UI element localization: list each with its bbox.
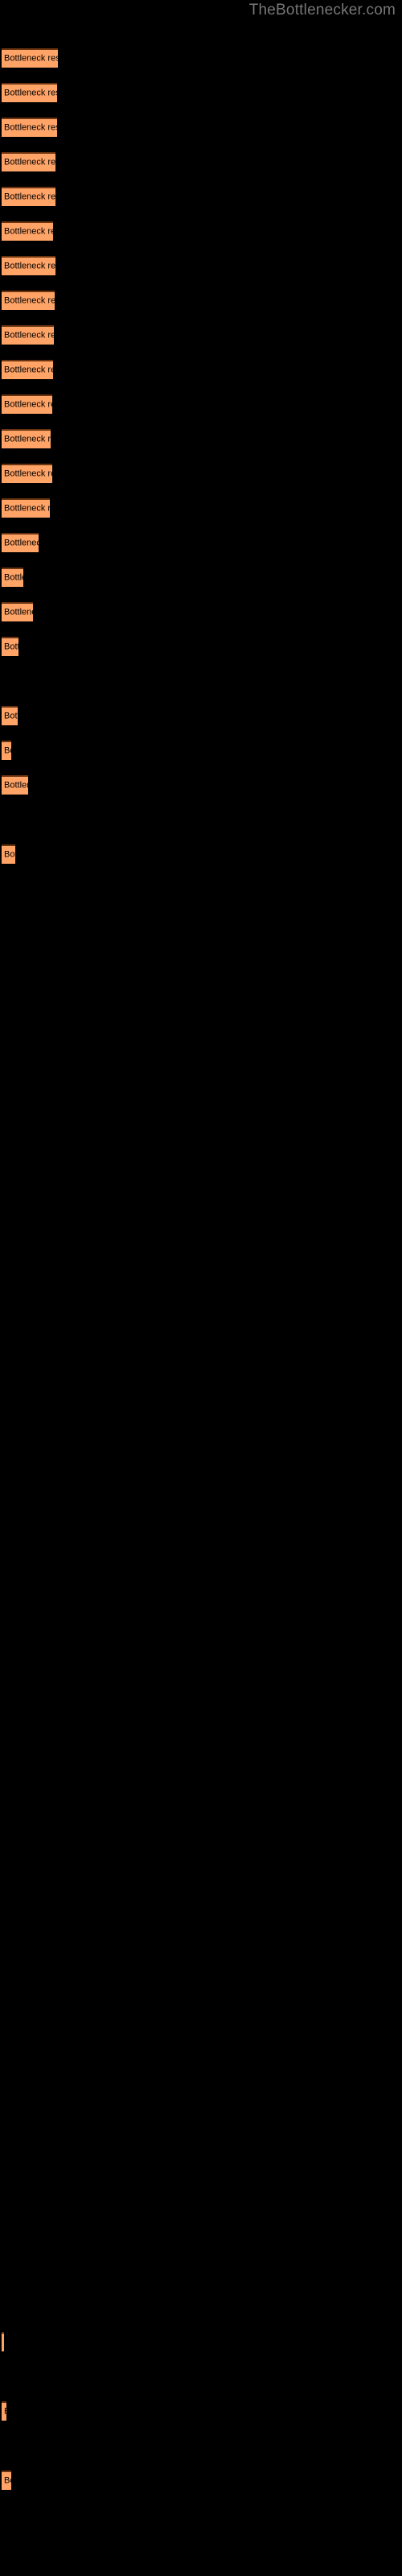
chart-bar: Bottleneck result: [2, 429, 51, 448]
chart-bar-label: Bottleneck result: [4, 780, 28, 791]
chart-bar: Bottleneck result: [2, 741, 11, 760]
chart-bar: Bottleneck result: [2, 360, 53, 379]
chart-bar-label: Bottleneck result: [4, 399, 52, 410]
bar-chart-plot-area: Bottleneck result Bottleneck result Bottle…: [0, 0, 402, 2576]
chart-bar-label: Bottleneck result: [4, 745, 11, 756]
chart-bar-label: Bottleneck result: [4, 53, 58, 64]
chart-bar-label: Bottleneck result: [4, 849, 15, 860]
chart-bar: Bottleneck result: [2, 187, 55, 206]
chart-bar-label: Bottleneck result: [4, 538, 39, 548]
chart-bar-label: Bottleneck result: [4, 642, 18, 652]
chart-bar: Bottleneck result: [2, 152, 55, 171]
chart-bar: Bottleneck result: [2, 844, 15, 864]
chart-bar: Bottleneck result: [2, 221, 53, 241]
chart-bar: Bottleneck result: [2, 291, 55, 310]
chart-bar: Bottleneck result: [2, 48, 58, 68]
chart-bar: Bottleneck result: [2, 706, 18, 725]
chart-bar-label: Bottleneck result: [4, 607, 33, 617]
chart-bar: Bottleneck result: [2, 2401, 6, 2421]
chart-bar: Bottleneck result: [2, 602, 33, 621]
chart-bar-label: Bottleneck result: [4, 88, 57, 98]
bottleneck-chart-page: TheBottlenecker.com Bottleneck resultBot…: [0, 0, 402, 2576]
chart-bar-label: Bottleneck result: [4, 434, 51, 444]
chart-bar-label: Bottleneck result: [4, 330, 54, 341]
chart-bar-label: Bottleneck result: [4, 469, 52, 479]
chart-bar-label: Bottleneck result: [4, 365, 53, 375]
chart-bar: Bottleneck result: [2, 464, 52, 483]
chart-bar: Bottleneck result: [2, 533, 39, 552]
chart-bar-label: Bottleneck result: [4, 261, 55, 271]
chart-bar-label: Bottleneck result: [4, 226, 53, 237]
chart-bar: Bottleneck result: [2, 256, 55, 275]
chart-bar: Bottleneck result: [2, 118, 57, 137]
chart-bar: Bottleneck result: [2, 394, 52, 414]
chart-bar-label: Bottleneck result: [4, 295, 55, 306]
chart-bar: Bottleneck result: [2, 637, 18, 656]
chart-bar: Bottleneck result: [2, 325, 54, 345]
chart-bar: Bottleneck result: [2, 568, 23, 587]
chart-bar-label: Bottleneck result: [4, 122, 57, 133]
chart-bar: Bottleneck result: [2, 2471, 11, 2490]
chart-bar: Bottleneck result: [2, 83, 57, 102]
chart-bar: Bottleneck result: [2, 498, 50, 518]
chart-bar-label: Bottleneck result: [4, 2475, 11, 2486]
chart-bar-label: Bottleneck result: [4, 572, 23, 583]
chart-bar-label: Bottleneck result: [4, 157, 55, 167]
chart-bar: Bottleneck result: [2, 2332, 4, 2351]
chart-bar-label: Bottleneck result: [4, 503, 50, 514]
chart-bar-label: Bottleneck result: [4, 2407, 6, 2417]
chart-bar: Bottleneck result: [2, 775, 28, 795]
chart-bar-label: Bottleneck result: [4, 711, 18, 721]
chart-bar-label: Bottleneck result: [4, 192, 55, 202]
